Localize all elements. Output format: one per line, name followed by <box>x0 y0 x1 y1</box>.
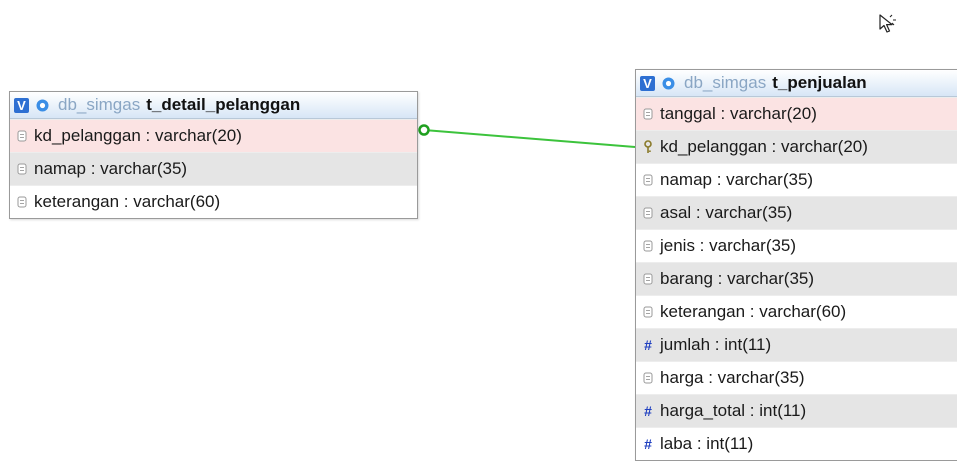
numeric-column-icon: # <box>644 337 652 353</box>
key-column-icon <box>642 140 654 154</box>
column-label: asal : varchar(35) <box>660 203 793 222</box>
database-name: db_simgas <box>58 95 141 114</box>
column-row[interactable]: tanggal : varchar(20) <box>636 97 957 130</box>
text-column-icon <box>642 108 654 120</box>
column-list: kd_pelanggan : varchar(20) namap : varcha… <box>10 119 417 218</box>
column-label: laba : int(11) <box>660 434 754 453</box>
column-label: keterangan : varchar(60) <box>660 302 847 321</box>
mouse-cursor-icon <box>877 12 899 39</box>
column-row[interactable]: keterangan : varchar(60) <box>10 185 417 218</box>
gear-icon[interactable] <box>35 98 50 113</box>
column-label: tanggal : varchar(20) <box>660 104 817 123</box>
table-name[interactable]: t_penjualan <box>772 73 866 93</box>
table-header[interactable]: V db_simgas t_detail_pelanggan <box>10 92 417 119</box>
column-row[interactable]: # jumlah : int(11) <box>636 328 957 361</box>
column-row[interactable]: keterangan : varchar(60) <box>636 295 957 328</box>
column-label: keterangan : varchar(60) <box>34 192 221 211</box>
text-column-icon <box>16 130 28 142</box>
column-row[interactable]: jenis : varchar(35) <box>636 229 957 262</box>
column-label: harga_total : int(11) <box>660 401 807 420</box>
column-row[interactable]: harga : varchar(35) <box>636 361 957 394</box>
text-column-icon <box>16 163 28 175</box>
column-row[interactable]: namap : varchar(35) <box>10 152 417 185</box>
column-row[interactable]: namap : varchar(35) <box>636 163 957 196</box>
column-row[interactable]: barang : varchar(35) <box>636 262 957 295</box>
column-label: jumlah : int(11) <box>660 335 772 354</box>
column-label: namap : varchar(35) <box>660 170 814 189</box>
text-column-icon <box>16 196 28 208</box>
table-name[interactable]: t_detail_pelanggan <box>146 95 300 115</box>
text-column-icon <box>642 306 654 318</box>
numeric-column-icon: # <box>644 403 652 419</box>
database-name: db_simgas <box>684 73 767 92</box>
column-label: namap : varchar(35) <box>34 159 188 178</box>
column-list: tanggal : varchar(20) kd_pelanggan : varc… <box>636 97 957 460</box>
relation-line[interactable] <box>423 129 636 148</box>
text-column-icon <box>642 372 654 384</box>
table-header[interactable]: V db_simgas t_penjualan <box>636 70 957 97</box>
column-row[interactable]: # laba : int(11) <box>636 427 957 460</box>
column-row[interactable]: kd_pelanggan : varchar(20) <box>636 130 957 163</box>
toggle-checkbox[interactable]: V <box>14 97 29 113</box>
text-column-icon <box>642 273 654 285</box>
column-label: jenis : varchar(35) <box>660 236 797 255</box>
column-row[interactable]: # harga_total : int(11) <box>636 394 957 427</box>
column-label: kd_pelanggan : varchar(20) <box>34 126 242 145</box>
column-label: barang : varchar(35) <box>660 269 815 288</box>
text-column-icon <box>642 174 654 186</box>
toggle-checkbox[interactable]: V <box>640 75 655 91</box>
table-t-penjualan[interactable]: V db_simgas t_penjualan tanggal : varcha… <box>635 69 957 461</box>
column-row[interactable]: kd_pelanggan : varchar(20) <box>10 119 417 152</box>
text-column-icon <box>642 240 654 252</box>
text-column-icon <box>642 207 654 219</box>
column-label: kd_pelanggan : varchar(20) <box>660 137 868 156</box>
gear-icon[interactable] <box>661 76 676 91</box>
relation-endpoint[interactable] <box>418 124 430 136</box>
column-row[interactable]: asal : varchar(35) <box>636 196 957 229</box>
column-label: harga : varchar(35) <box>660 368 805 387</box>
table-t-detail-pelanggan[interactable]: V db_simgas t_detail_pelanggan kd_pelang… <box>9 91 418 219</box>
